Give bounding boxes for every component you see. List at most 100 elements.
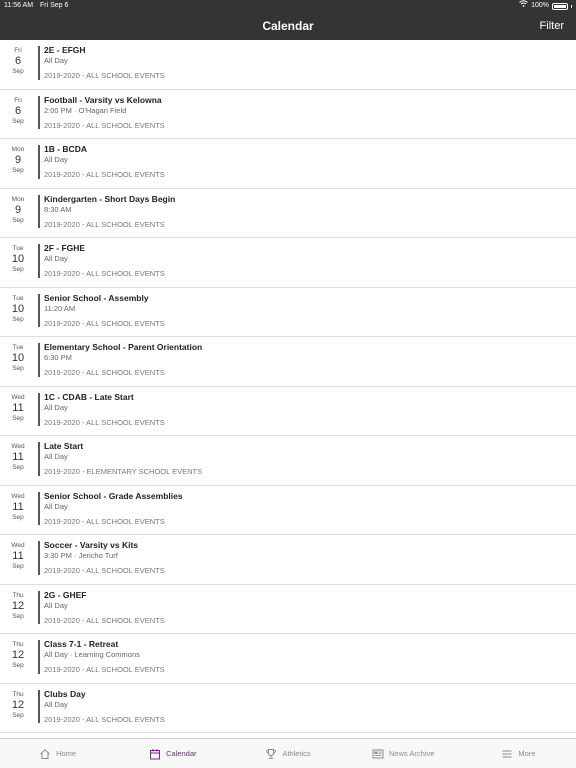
- event-divider: [38, 343, 40, 377]
- calendar-icon: [150, 748, 161, 759]
- tab-news-archive[interactable]: News Archive: [346, 739, 461, 768]
- event-title: Class 7-1 - Retreat: [44, 639, 119, 649]
- event-info: Senior School - Grade Assemblies All Day…: [44, 491, 568, 527]
- event-row[interactable]: Thu 12 Sep Clubs Day All Day 2019-2020 -…: [0, 684, 576, 733]
- event-time: All Day: [44, 402, 68, 412]
- event-day: 10: [11, 352, 25, 364]
- event-date: Tue 10 Sep: [0, 245, 36, 274]
- event-day: 9: [14, 154, 22, 166]
- event-divider: [38, 541, 40, 575]
- event-title: Soccer - Varsity vs Kits: [44, 540, 139, 550]
- event-month: Sep: [12, 513, 24, 521]
- event-day: 6: [14, 55, 22, 67]
- event-date: Wed 11 Sep: [0, 394, 36, 423]
- event-info: Senior School - Assembly 11:20 AM 2019-2…: [44, 293, 568, 329]
- event-category: 2019-2020 - ALL SCHOOL EVENTS: [44, 269, 165, 278]
- menu-icon: [502, 750, 512, 757]
- event-row[interactable]: Tue 10 Sep Elementary School - Parent Or…: [0, 337, 576, 387]
- event-weekday: Wed: [11, 542, 25, 549]
- event-row[interactable]: Wed 11 Sep Senior School - Grade Assembl…: [0, 486, 576, 535]
- filter-button[interactable]: Filter: [540, 12, 564, 40]
- event-month: Sep: [12, 365, 24, 372]
- event-time: All Day: [44, 699, 68, 709]
- event-date: Wed 11 Sep: [0, 493, 36, 522]
- event-row[interactable]: Tue 10 Sep 2F - FGHE All Day 2019-2020 -…: [0, 238, 576, 288]
- event-time: 11:20 AM: [44, 303, 76, 313]
- event-day: 10: [11, 302, 25, 315]
- tab-calendar-label: Calendar: [166, 749, 197, 758]
- tab-home[interactable]: Home: [0, 739, 115, 768]
- event-row[interactable]: Thu 12 Sep Class 7-1 - Retreat All Day ·…: [0, 634, 576, 684]
- status-date: Fri Sep 6: [40, 2, 69, 9]
- event-day: 11: [12, 401, 24, 414]
- event-info: 1B - BCDA All Day 2019-2020 - ALL SCHOOL…: [44, 144, 568, 180]
- battery-percent: 100%: [531, 2, 549, 9]
- event-title: Elementary School - Parent Orientation: [44, 342, 203, 352]
- event-month: Sep: [12, 464, 24, 471]
- event-time: 8:30 AM: [44, 204, 72, 214]
- event-day: 12: [11, 698, 25, 711]
- tab-more-label: More: [518, 749, 536, 758]
- tab-calendar[interactable]: Calendar: [115, 739, 230, 768]
- event-title: Football - Varsity vs Kelowna: [44, 94, 162, 105]
- event-day: 10: [11, 253, 25, 265]
- event-row[interactable]: Fri 6 Sep Football - Varsity vs Kelowna …: [0, 90, 576, 139]
- event-category: 2019-2020 - ALL SCHOOL EVENTS: [44, 71, 165, 80]
- event-weekday: Mon: [11, 146, 25, 153]
- event-divider: [38, 491, 40, 525]
- event-time: All Day: [44, 56, 68, 65]
- event-title: 1C - CDAB - Late Start: [44, 391, 134, 402]
- event-info: Football - Varsity vs Kelowna 2:00 PM · …: [44, 95, 568, 131]
- event-date: Wed 11 Sep: [0, 542, 36, 571]
- event-date: Thu 12 Sep: [0, 691, 36, 720]
- tab-home-label: Home: [56, 749, 77, 758]
- event-category: 2019-2020 - ALL SCHOOL EVENTS: [44, 219, 165, 229]
- event-date: Thu 12 Sep: [0, 641, 36, 670]
- event-month: Sep: [12, 266, 24, 273]
- event-date: Tue 10 Sep: [0, 344, 36, 373]
- event-day: 11: [12, 451, 24, 463]
- status-right: 100%: [519, 0, 572, 12]
- event-row[interactable]: Wed 11 Sep Late Start All Day 2019-2020 …: [0, 436, 576, 486]
- event-title: Senior School - Grade Assemblies: [44, 490, 183, 501]
- event-weekday: Mon: [11, 195, 25, 203]
- event-month: Sep: [12, 315, 24, 323]
- battery-icon: [552, 2, 568, 10]
- event-info: Late Start All Day 2019-2020 - ELEMENTAR…: [44, 441, 568, 477]
- event-row[interactable]: Wed 11 Sep Soccer - Varsity vs Kits 3:30…: [0, 535, 576, 585]
- event-month: Sep: [12, 711, 24, 719]
- event-row[interactable]: Mon 9 Sep Kindergarten - Short Days Begi…: [0, 189, 576, 238]
- event-divider: [38, 46, 40, 80]
- event-row[interactable]: Thu 12 Sep 2G - GHEF All Day 2019-2020 -…: [0, 585, 576, 634]
- event-row[interactable]: Mon 9 Sep 1B - BCDA All Day 2019-2020 - …: [0, 139, 576, 189]
- event-day: 9: [14, 203, 22, 216]
- tab-athletics[interactable]: Athletics: [230, 739, 345, 768]
- event-info: Clubs Day All Day 2019-2020 - ALL SCHOOL…: [44, 689, 568, 725]
- event-info: 2F - FGHE All Day 2019-2020 - ALL SCHOOL…: [44, 243, 568, 279]
- event-weekday: Wed: [11, 492, 25, 500]
- event-title: 2E - EFGH: [44, 45, 86, 55]
- event-date: Thu 12 Sep: [0, 592, 36, 621]
- event-info: Kindergarten - Short Days Begin 8:30 AM …: [44, 194, 568, 230]
- event-weekday: Wed: [11, 443, 25, 450]
- event-category: 2019-2020 - ALL SCHOOL EVENTS: [44, 368, 165, 377]
- event-day: 12: [11, 649, 25, 661]
- tab-bar: Home Calendar Athletics News Archive Mor…: [0, 738, 576, 768]
- event-row[interactable]: Wed 11 Sep 1C - CDAB - Late Start All Da…: [0, 387, 576, 436]
- event-category: 2019-2020 - ALL SCHOOL EVENTS: [44, 170, 165, 179]
- event-weekday: Wed: [11, 393, 25, 401]
- event-row[interactable]: Fri 6 Sep 2E - EFGH All Day 2019-2020 - …: [0, 40, 576, 90]
- event-divider: [38, 442, 40, 476]
- event-month: Sep: [12, 68, 24, 75]
- event-list[interactable]: Fri 6 Sep 2E - EFGH All Day 2019-2020 - …: [0, 40, 576, 738]
- event-weekday: Tue: [12, 344, 24, 351]
- event-title: 2F - FGHE: [44, 243, 86, 253]
- page-title: Calendar: [262, 19, 314, 33]
- event-info: Soccer - Varsity vs Kits 3:30 PM · Jeric…: [44, 540, 568, 576]
- event-day: 11: [12, 500, 24, 513]
- event-divider: [38, 145, 40, 179]
- event-day: 11: [12, 550, 24, 562]
- tab-more[interactable]: More: [461, 739, 576, 768]
- event-row[interactable]: Tue 10 Sep Senior School - Assembly 11:2…: [0, 288, 576, 337]
- event-time: All Day · Learning Commons: [44, 650, 140, 659]
